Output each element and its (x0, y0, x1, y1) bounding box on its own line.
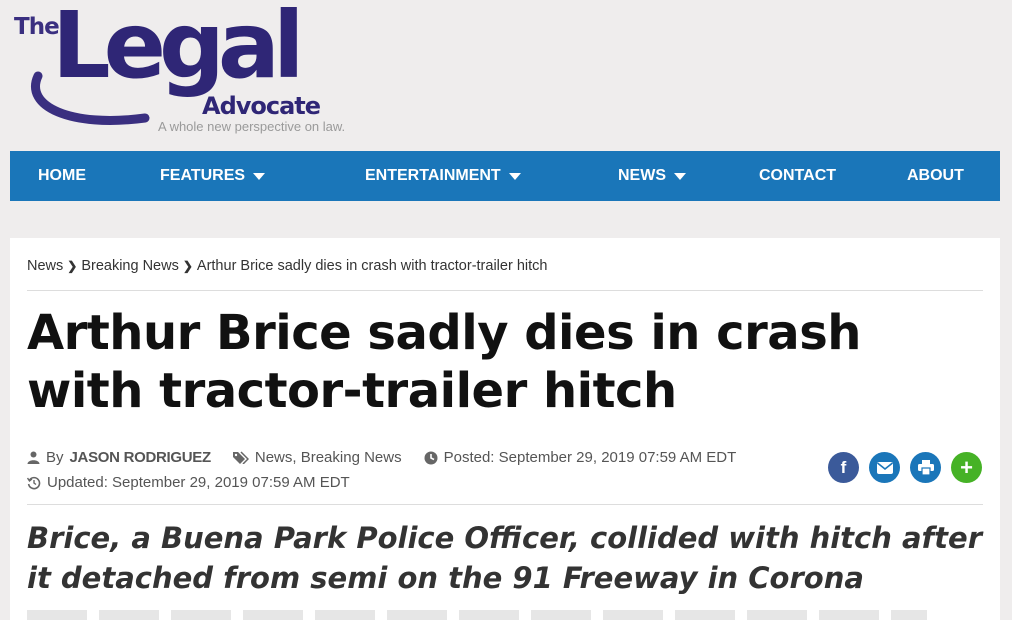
divider (27, 290, 983, 291)
site-logo[interactable]: The Legal Advocate A whole new perspecti… (12, 0, 412, 138)
facebook-icon: f (840, 457, 847, 477)
print-button[interactable] (910, 452, 941, 483)
nav-about-label: ABOUT (907, 167, 964, 184)
chevron-right-icon: ❯ (182, 259, 193, 273)
breadcrumb: News ❯ Breaking News ❯ Arthur Brice sadl… (27, 258, 547, 274)
plus-icon: + (960, 454, 973, 480)
article-card: News ❯ Breaking News ❯ Arthur Brice sadl… (10, 238, 1000, 620)
printer-icon (917, 460, 934, 475)
nav-contact-label: CONTACT (759, 167, 837, 184)
chevron-down-icon (253, 172, 266, 180)
nav-news[interactable]: NEWS (618, 167, 686, 185)
tag-icon (232, 451, 249, 464)
chevron-down-icon (508, 172, 521, 180)
breadcrumb-news[interactable]: News (27, 258, 63, 274)
email-share-button[interactable] (869, 452, 900, 483)
chevron-down-icon (674, 172, 686, 180)
share-buttons: f + (828, 452, 982, 483)
main-nav: HOME FEATURES ENTERTAINMENT NEWS CONTACT… (10, 151, 1000, 201)
author-link[interactable]: JASON RODRIGUEZ (70, 449, 212, 466)
logo-legal: Legal (52, 0, 304, 99)
article-subheadline: Brice, a Buena Park Police Officer, coll… (27, 521, 982, 595)
logo-tagline: A whole new perspective on law. (158, 119, 346, 134)
breadcrumb-breaking-news[interactable]: Breaking News (81, 258, 179, 274)
article-body-preview (27, 610, 927, 620)
envelope-icon (876, 461, 893, 474)
nav-entertainment-label: ENTERTAINMENT (365, 167, 501, 184)
user-icon (27, 451, 40, 464)
history-icon (27, 476, 41, 489)
chevron-right-icon: ❯ (67, 259, 78, 273)
nav-home[interactable]: HOME (38, 167, 86, 185)
nav-features-label: FEATURES (160, 167, 246, 184)
category-links[interactable]: News, Breaking News (255, 449, 402, 466)
nav-features[interactable]: FEATURES (160, 167, 266, 185)
article-headline: Arthur Brice sadly dies in crash with tr… (27, 305, 861, 419)
more-share-button[interactable]: + (951, 452, 982, 483)
clock-icon (424, 451, 438, 464)
updated-date: Updated: September 29, 2019 07:59 AM EDT (47, 474, 350, 491)
article-meta: By JASON RODRIGUEZ News, Breaking News P… (27, 445, 736, 495)
nav-home-label: HOME (38, 167, 86, 184)
breadcrumb-current: Arthur Brice sadly dies in crash with tr… (196, 258, 548, 274)
facebook-share-button[interactable]: f (828, 452, 859, 483)
divider (27, 504, 983, 505)
byline-prefix: By (46, 449, 64, 466)
logo-advocate: Advocate (202, 92, 321, 120)
nav-contact[interactable]: CONTACT (759, 167, 836, 185)
nav-entertainment[interactable]: ENTERTAINMENT (365, 167, 521, 185)
nav-news-label: NEWS (618, 167, 666, 184)
nav-about[interactable]: ABOUT (907, 167, 964, 185)
posted-date: Posted: September 29, 2019 07:59 AM EDT (443, 449, 737, 466)
